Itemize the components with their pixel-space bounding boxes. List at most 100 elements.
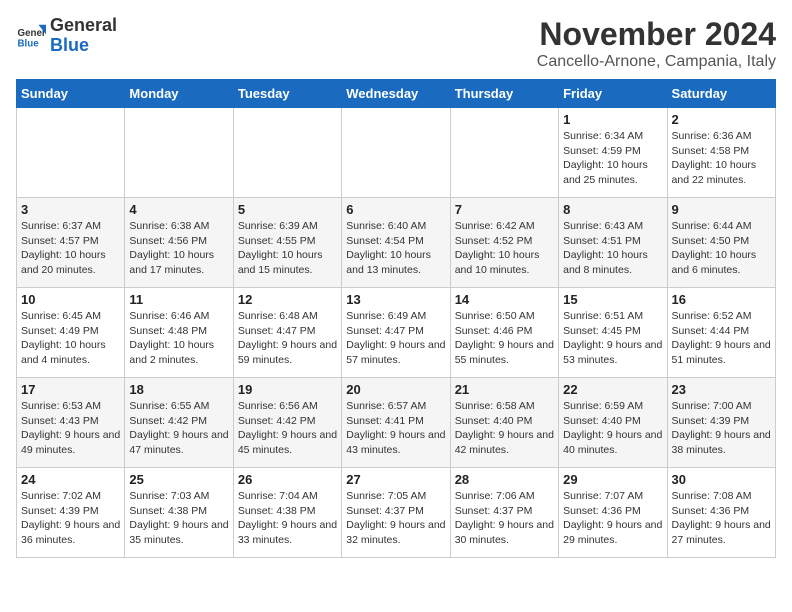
- calendar-week-row: 24 Sunrise: 7:02 AM Sunset: 4:39 PM Dayli…: [17, 468, 776, 558]
- day-number: 20: [346, 382, 445, 397]
- calendar-cell: 15Sunrise: 6:51 AM Sunset: 4:45 PM Dayli…: [559, 288, 667, 378]
- weekday-header-cell: Sunday: [17, 80, 125, 108]
- logo-blue-text: Blue: [50, 35, 89, 55]
- calendar-cell: 13 Sunrise: 6:49 AM Sunset: 4:47 PM Dayli…: [342, 288, 450, 378]
- month-title: November 2024: [537, 16, 776, 53]
- logo: General Blue General Blue: [16, 16, 117, 56]
- day-info: Sunrise: 6:46 AM Sunset: 4:48 PM Dayligh…: [129, 309, 228, 368]
- calendar-cell: 19Sunrise: 6:56 AM Sunset: 4:42 PM Dayli…: [233, 378, 341, 468]
- day-number: 24: [21, 472, 120, 487]
- calendar-cell: 11 Sunrise: 6:46 AM Sunset: 4:48 PM Dayli…: [125, 288, 233, 378]
- day-number: 23: [672, 382, 771, 397]
- calendar-cell: 3Sunrise: 6:37 AM Sunset: 4:57 PM Daylig…: [17, 198, 125, 288]
- day-number: 27: [346, 472, 445, 487]
- page-header: General Blue General Blue November 2024 …: [16, 16, 776, 71]
- day-info: Sunrise: 6:56 AM Sunset: 4:42 PM Dayligh…: [238, 399, 337, 458]
- calendar-week-row: 1 Sunrise: 6:34 AM Sunset: 4:59 PM Daylig…: [17, 108, 776, 198]
- day-number: 29: [563, 472, 662, 487]
- calendar-week-row: 3Sunrise: 6:37 AM Sunset: 4:57 PM Daylig…: [17, 198, 776, 288]
- weekday-header-cell: Friday: [559, 80, 667, 108]
- calendar-cell: [125, 108, 233, 198]
- day-info: Sunrise: 6:36 AM Sunset: 4:58 PM Dayligh…: [672, 129, 771, 188]
- weekday-header-row: SundayMondayTuesdayWednesdayThursdayFrid…: [17, 80, 776, 108]
- location-title: Cancello-Arnone, Campania, Italy: [537, 53, 776, 71]
- day-number: 18: [129, 382, 228, 397]
- day-number: 22: [563, 382, 662, 397]
- calendar-cell: [17, 108, 125, 198]
- day-number: 28: [455, 472, 554, 487]
- day-info: Sunrise: 7:02 AM Sunset: 4:39 PM Dayligh…: [21, 489, 120, 548]
- day-number: 5: [238, 202, 337, 217]
- day-info: Sunrise: 6:45 AM Sunset: 4:49 PM Dayligh…: [21, 309, 120, 368]
- day-number: 26: [238, 472, 337, 487]
- day-number: 14: [455, 292, 554, 307]
- day-info: Sunrise: 6:34 AM Sunset: 4:59 PM Dayligh…: [563, 129, 662, 188]
- weekday-header-cell: Thursday: [450, 80, 558, 108]
- day-info: Sunrise: 6:57 AM Sunset: 4:41 PM Dayligh…: [346, 399, 445, 458]
- calendar-cell: 23Sunrise: 7:00 AM Sunset: 4:39 PM Dayli…: [667, 378, 775, 468]
- calendar-cell: 20 Sunrise: 6:57 AM Sunset: 4:41 PM Dayli…: [342, 378, 450, 468]
- calendar-cell: 9 Sunrise: 6:44 AM Sunset: 4:50 PM Daylig…: [667, 198, 775, 288]
- day-info: Sunrise: 6:53 AM Sunset: 4:43 PM Dayligh…: [21, 399, 120, 458]
- calendar-cell: 8Sunrise: 6:43 AM Sunset: 4:51 PM Daylig…: [559, 198, 667, 288]
- calendar-cell: 26Sunrise: 7:04 AM Sunset: 4:38 PM Dayli…: [233, 468, 341, 558]
- day-number: 25: [129, 472, 228, 487]
- calendar-cell: 30Sunrise: 7:08 AM Sunset: 4:36 PM Dayli…: [667, 468, 775, 558]
- calendar-cell: 1 Sunrise: 6:34 AM Sunset: 4:59 PM Daylig…: [559, 108, 667, 198]
- weekday-header-cell: Tuesday: [233, 80, 341, 108]
- calendar-cell: 5 Sunrise: 6:39 AM Sunset: 4:55 PM Daylig…: [233, 198, 341, 288]
- day-number: 9: [672, 202, 771, 217]
- day-info: Sunrise: 7:03 AM Sunset: 4:38 PM Dayligh…: [129, 489, 228, 548]
- day-info: Sunrise: 7:07 AM Sunset: 4:36 PM Dayligh…: [563, 489, 662, 548]
- weekday-header-cell: Saturday: [667, 80, 775, 108]
- calendar-cell: 2 Sunrise: 6:36 AM Sunset: 4:58 PM Daylig…: [667, 108, 775, 198]
- day-info: Sunrise: 6:40 AM Sunset: 4:54 PM Dayligh…: [346, 219, 445, 278]
- day-info: Sunrise: 6:39 AM Sunset: 4:55 PM Dayligh…: [238, 219, 337, 278]
- day-info: Sunrise: 6:58 AM Sunset: 4:40 PM Dayligh…: [455, 399, 554, 458]
- day-info: Sunrise: 6:48 AM Sunset: 4:47 PM Dayligh…: [238, 309, 337, 368]
- calendar-cell: 29 Sunrise: 7:07 AM Sunset: 4:36 PM Dayli…: [559, 468, 667, 558]
- day-number: 1: [563, 112, 662, 127]
- svg-text:General: General: [18, 28, 47, 39]
- calendar-week-row: 17 Sunrise: 6:53 AM Sunset: 4:43 PM Dayli…: [17, 378, 776, 468]
- calendar-cell: 12Sunrise: 6:48 AM Sunset: 4:47 PM Dayli…: [233, 288, 341, 378]
- day-number: 10: [21, 292, 120, 307]
- calendar-cell: 24 Sunrise: 7:02 AM Sunset: 4:39 PM Dayli…: [17, 468, 125, 558]
- calendar-cell: 21 Sunrise: 6:58 AM Sunset: 4:40 PM Dayli…: [450, 378, 558, 468]
- day-info: Sunrise: 6:42 AM Sunset: 4:52 PM Dayligh…: [455, 219, 554, 278]
- calendar-cell: 6Sunrise: 6:40 AM Sunset: 4:54 PM Daylig…: [342, 198, 450, 288]
- calendar-cell: 16 Sunrise: 6:52 AM Sunset: 4:44 PM Dayli…: [667, 288, 775, 378]
- calendar-cell: 17 Sunrise: 6:53 AM Sunset: 4:43 PM Dayli…: [17, 378, 125, 468]
- weekday-header-cell: Monday: [125, 80, 233, 108]
- day-number: 3: [21, 202, 120, 217]
- calendar-cell: 25 Sunrise: 7:03 AM Sunset: 4:38 PM Dayli…: [125, 468, 233, 558]
- day-info: Sunrise: 6:38 AM Sunset: 4:56 PM Dayligh…: [129, 219, 228, 278]
- day-number: 21: [455, 382, 554, 397]
- weekday-header-cell: Wednesday: [342, 80, 450, 108]
- day-info: Sunrise: 6:49 AM Sunset: 4:47 PM Dayligh…: [346, 309, 445, 368]
- day-number: 11: [129, 292, 228, 307]
- day-number: 17: [21, 382, 120, 397]
- calendar-cell: 27Sunrise: 7:05 AM Sunset: 4:37 PM Dayli…: [342, 468, 450, 558]
- title-section: November 2024 Cancello-Arnone, Campania,…: [537, 16, 776, 71]
- day-number: 2: [672, 112, 771, 127]
- logo-icon: General Blue: [16, 21, 46, 51]
- day-info: Sunrise: 6:44 AM Sunset: 4:50 PM Dayligh…: [672, 219, 771, 278]
- calendar-cell: 4Sunrise: 6:38 AM Sunset: 4:56 PM Daylig…: [125, 198, 233, 288]
- day-number: 13: [346, 292, 445, 307]
- calendar-cell: [233, 108, 341, 198]
- day-info: Sunrise: 6:55 AM Sunset: 4:42 PM Dayligh…: [129, 399, 228, 458]
- svg-text:Blue: Blue: [18, 38, 40, 49]
- day-number: 16: [672, 292, 771, 307]
- calendar-cell: 22 Sunrise: 6:59 AM Sunset: 4:40 PM Dayli…: [559, 378, 667, 468]
- calendar-cell: 28Sunrise: 7:06 AM Sunset: 4:37 PM Dayli…: [450, 468, 558, 558]
- day-info: Sunrise: 7:08 AM Sunset: 4:36 PM Dayligh…: [672, 489, 771, 548]
- calendar-cell: 10 Sunrise: 6:45 AM Sunset: 4:49 PM Dayli…: [17, 288, 125, 378]
- day-info: Sunrise: 6:50 AM Sunset: 4:46 PM Dayligh…: [455, 309, 554, 368]
- day-info: Sunrise: 6:52 AM Sunset: 4:44 PM Dayligh…: [672, 309, 771, 368]
- day-info: Sunrise: 6:59 AM Sunset: 4:40 PM Dayligh…: [563, 399, 662, 458]
- calendar-cell: 18 Sunrise: 6:55 AM Sunset: 4:42 PM Dayli…: [125, 378, 233, 468]
- calendar-cell: 14 Sunrise: 6:50 AM Sunset: 4:46 PM Dayli…: [450, 288, 558, 378]
- day-number: 8: [563, 202, 662, 217]
- calendar-cell: [450, 108, 558, 198]
